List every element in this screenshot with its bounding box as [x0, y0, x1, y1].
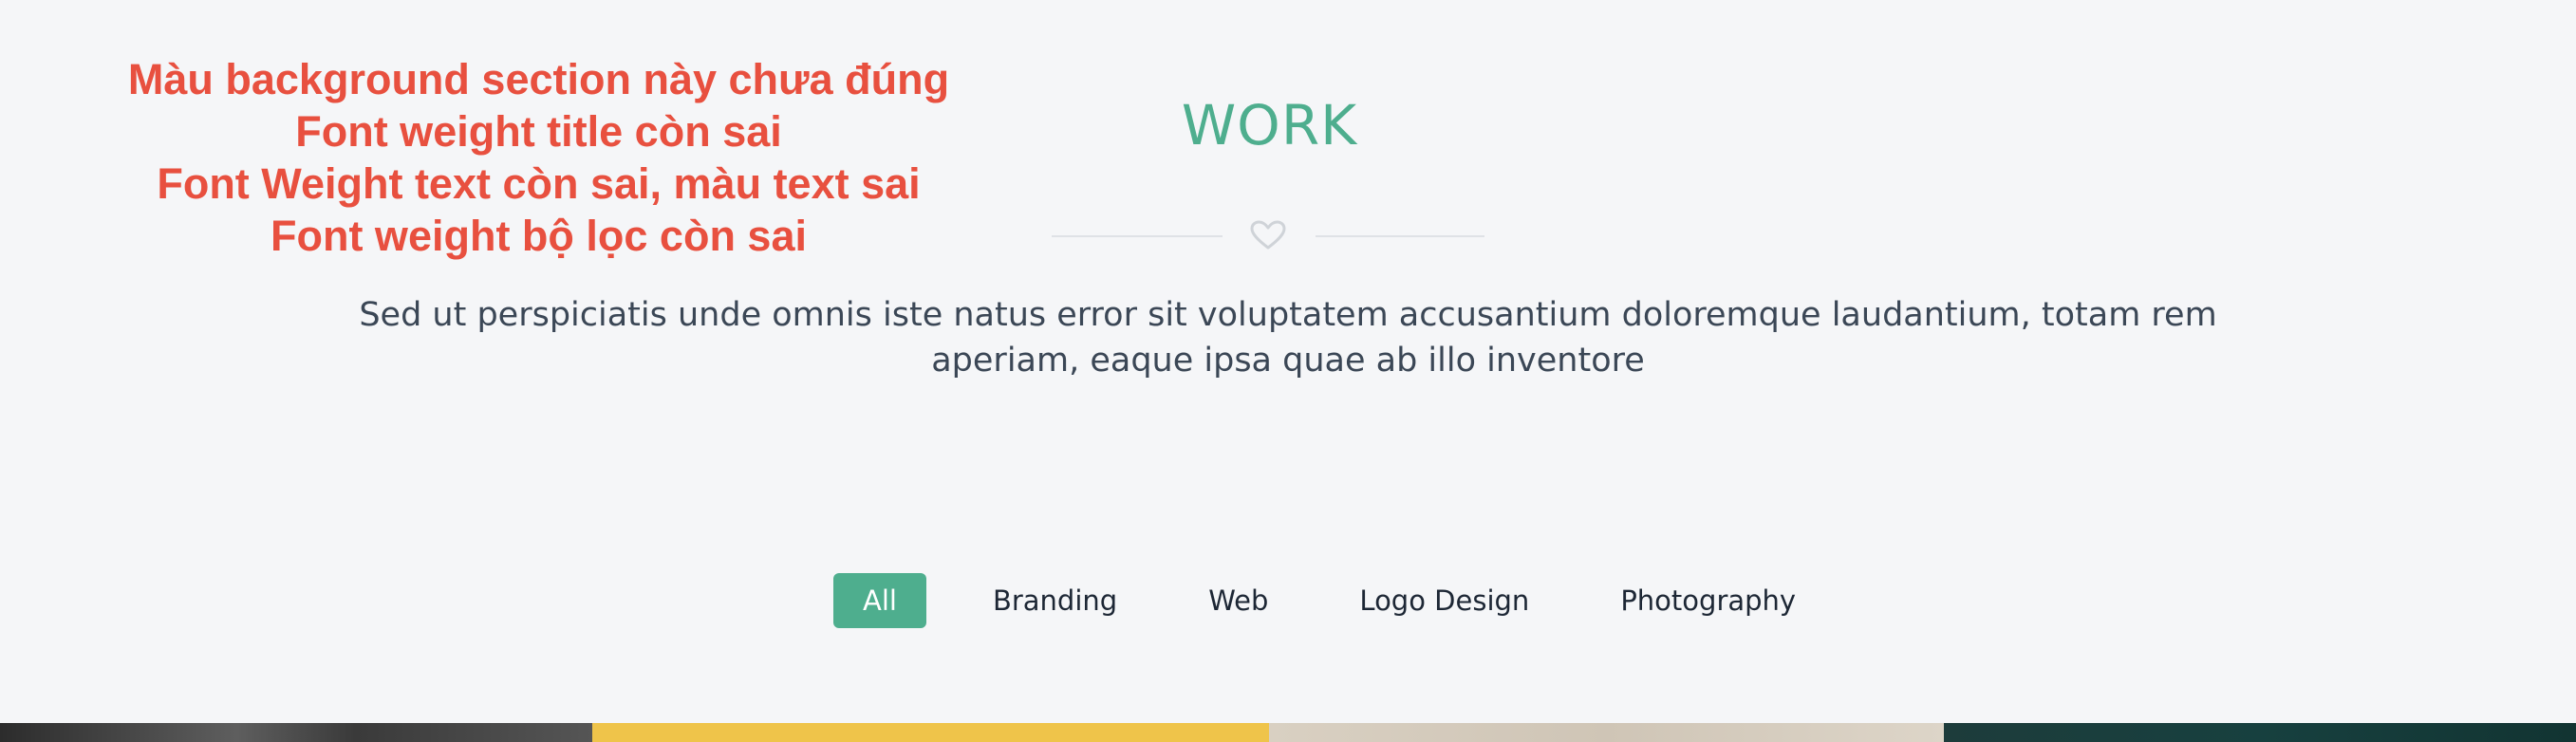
- divider-line-right: [1316, 235, 1484, 237]
- section-title: WORK: [1181, 93, 1358, 158]
- gallery-item-photo-3[interactable]: [1269, 723, 1944, 742]
- filter-web[interactable]: Web: [1184, 573, 1293, 628]
- section-description: Sed ut perspiciatis unde omnis iste natu…: [359, 296, 2217, 380]
- title-divider: [1052, 220, 1484, 250]
- annotation-line-4: Font weight bộ lọc còn sai: [270, 212, 807, 260]
- heart-icon: [1250, 220, 1286, 250]
- annotation-line-3: Font Weight text còn sai, màu text sai: [157, 159, 921, 208]
- filter-all[interactable]: All: [833, 573, 926, 628]
- filter-logo-design[interactable]: Logo Design: [1335, 573, 1554, 628]
- portfolio-filter-bar: All Branding Web Logo Design Photography: [833, 573, 1820, 628]
- annotation-line-2: Font weight title còn sai: [295, 107, 782, 156]
- review-annotation: Màu background section này chưa đúng Fon…: [57, 53, 1020, 262]
- divider-line-left: [1052, 235, 1223, 237]
- gallery-item-photo-4[interactable]: [1944, 723, 2576, 742]
- portfolio-gallery: [0, 723, 2576, 742]
- gallery-item-photo-2[interactable]: [592, 723, 1269, 742]
- gallery-item-photo-1[interactable]: [0, 723, 592, 742]
- filter-branding[interactable]: Branding: [968, 573, 1142, 628]
- filter-photography[interactable]: Photography: [1596, 573, 1820, 628]
- annotation-line-1: Màu background section này chưa đúng: [127, 55, 950, 103]
